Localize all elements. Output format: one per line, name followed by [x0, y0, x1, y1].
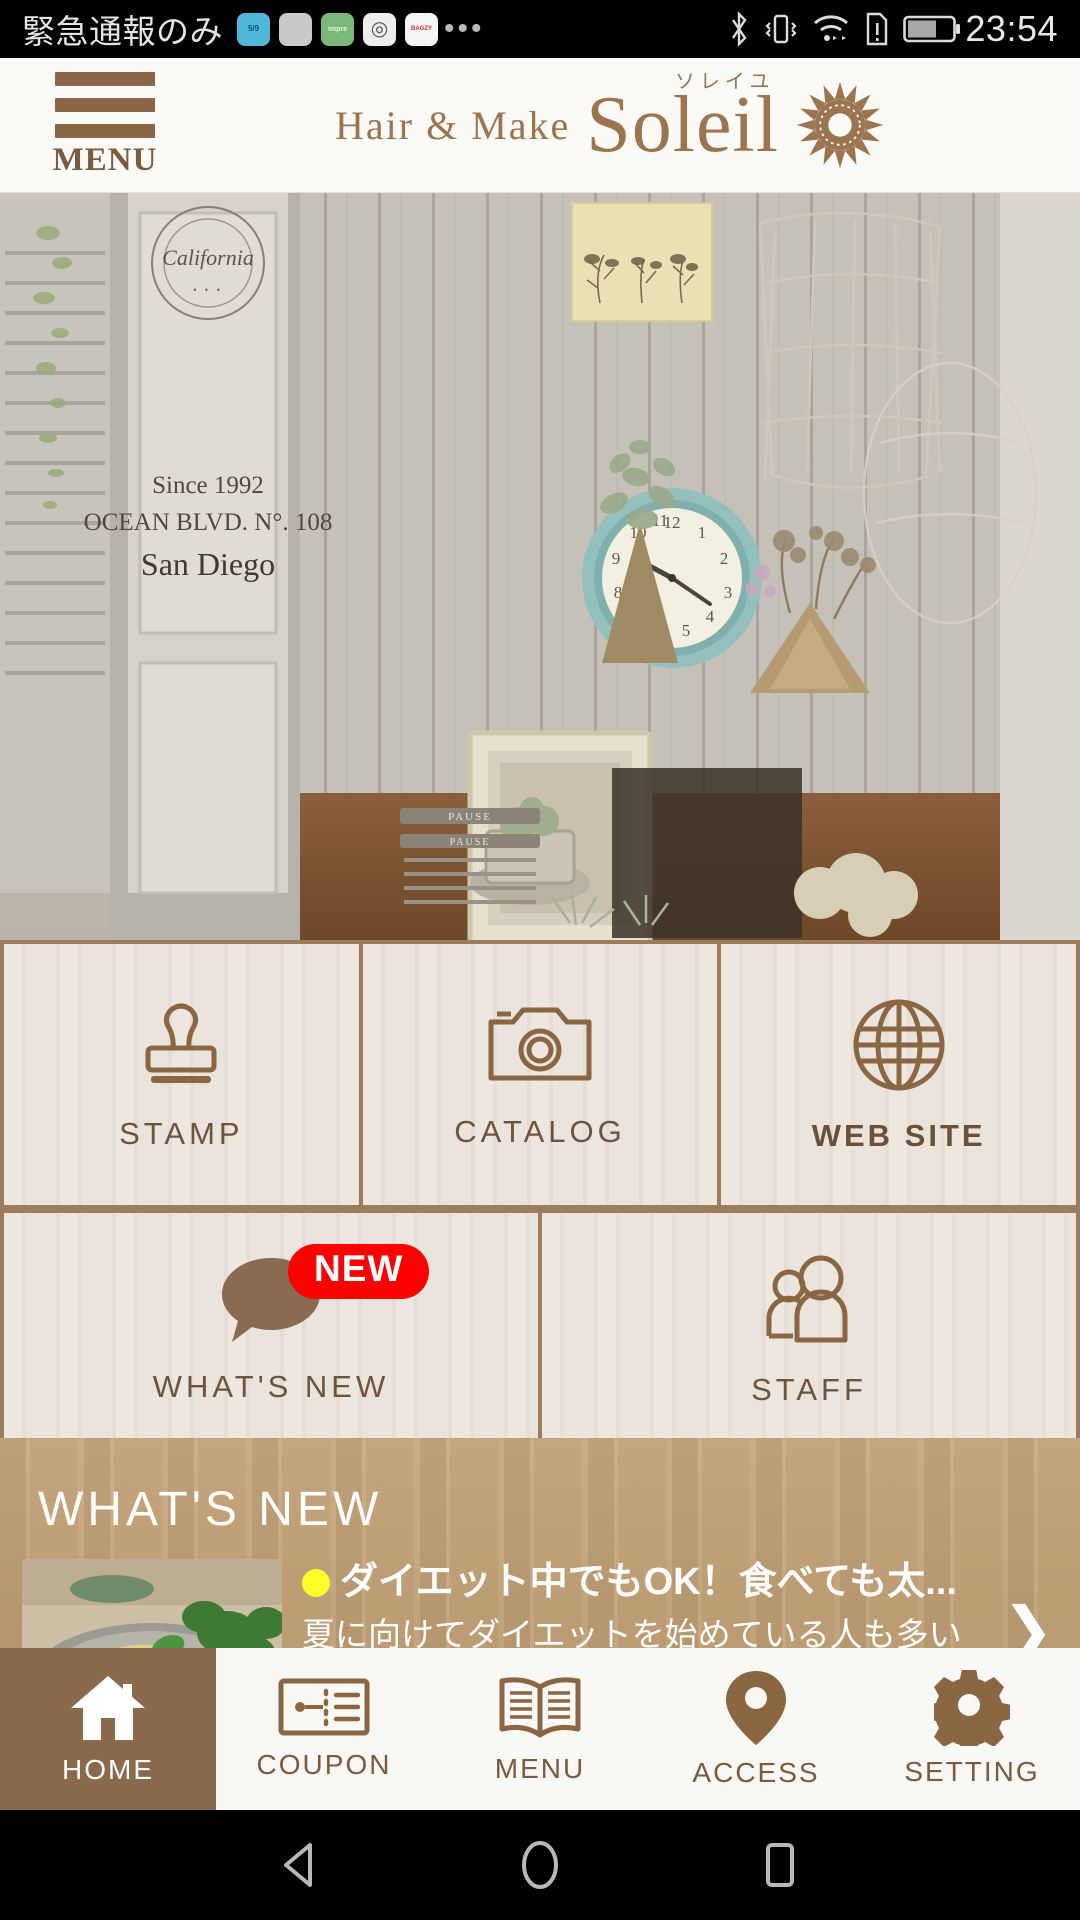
svg-text:California: California [162, 245, 254, 270]
svg-text:• • •: • • • [193, 285, 222, 295]
tile-label: WHAT'S NEW [152, 1369, 390, 1404]
tile-row-2: NEW WHAT'S NEW STAFF [0, 1209, 1080, 1442]
tab-label: SETTING [904, 1756, 1040, 1787]
app-header: MENU Hair & Make ソレイユ Soleil [0, 58, 1080, 193]
notification-app-icons: 5/9 impre ◎ BAGZY [237, 12, 438, 46]
ticket-icon [278, 1678, 370, 1736]
tab-label: COUPON [256, 1749, 392, 1780]
home-circle-icon[interactable] [512, 1837, 568, 1893]
tab-home[interactable]: HOME [0, 1648, 216, 1810]
tile-row-1: STAMP CATALOG WEB SITE [0, 940, 1080, 1205]
tab-menu[interactable]: MENU [432, 1648, 648, 1810]
hamburger-icon [55, 71, 155, 142]
tile-label: WEB SITE [811, 1117, 986, 1153]
book-icon [499, 1677, 581, 1738]
bagzy-app-icon: BAGZY [405, 12, 438, 46]
recents-square-icon[interactable] [752, 1837, 808, 1893]
green-app-icon: impre [321, 12, 354, 46]
new-badge: NEW [288, 1244, 430, 1299]
bottom-tab-bar: HOME COUPON MENU ACCESS SETTING [0, 1648, 1080, 1810]
svg-text:PAUSE: PAUSE [448, 811, 492, 823]
clock-label: 23:54 [965, 8, 1058, 49]
tab-coupon[interactable]: COUPON [216, 1648, 432, 1810]
tab-label: MENU [494, 1753, 586, 1784]
brand-logo: Hair & Make ソレイユ Soleil [180, 71, 1040, 170]
tab-label: ACCESS [692, 1757, 820, 1788]
tile-staff[interactable]: STAFF [542, 1213, 1076, 1442]
tile-label: CATALOG [454, 1113, 626, 1149]
menu-button-label: MENU [52, 141, 158, 178]
svg-text:PAUSE: PAUSE [450, 837, 491, 848]
logo-kana-label: ソレイユ [674, 71, 775, 93]
back-triangle-icon[interactable] [272, 1837, 328, 1893]
people-icon [766, 1255, 848, 1342]
tile-web-site[interactable]: WEB SITE [721, 944, 1077, 1205]
globe-icon [853, 999, 945, 1090]
grey-app-icon [279, 12, 312, 46]
svg-text:4: 4 [706, 607, 715, 626]
wifi-icon [814, 15, 849, 41]
logo-prefix: Hair & Make [335, 102, 571, 148]
news-headline: ダイエット中でもOK！食べても太... [302, 1559, 1020, 1607]
tile-label: STAMP [119, 1115, 244, 1151]
svg-text:3: 3 [724, 583, 733, 602]
logo-name-label: Soleil [586, 81, 779, 169]
svg-text:San Diego: San Diego [141, 546, 275, 582]
battery-icon [903, 15, 961, 43]
svg-text:Since 1992: Since 1992 [152, 472, 264, 499]
carrier-label: 緊急通報のみ [22, 13, 223, 50]
android-navigation-bar [0, 1810, 1080, 1920]
tab-access[interactable]: ACCESS [648, 1648, 864, 1810]
sim-alert-icon [867, 12, 888, 46]
hamburger-menu-button[interactable]: MENU [30, 71, 180, 179]
circle-seal-app-icon: ◎ [363, 12, 396, 46]
logo-wordmark: ソレイユ Soleil [586, 71, 779, 165]
vibrate-icon [765, 14, 797, 44]
hero-photo: California • • • Since 1992 OCEAN BLVD. … [0, 193, 1080, 940]
svg-text:2: 2 [720, 549, 729, 568]
tab-setting[interactable]: SETTING [864, 1648, 1080, 1810]
status-bar: 緊急通報のみ 5/9 impre ◎ BAGZY ••• 23:54 [0, 0, 1080, 58]
tab-label: HOME [62, 1754, 154, 1785]
tile-stamp[interactable]: STAMP [4, 944, 359, 1205]
camera-icon [488, 1007, 592, 1080]
stamp-icon [145, 1003, 217, 1083]
svg-text:OCEAN BLVD. N°. 108: OCEAN BLVD. N°. 108 [84, 509, 333, 536]
home-icon [71, 1676, 145, 1740]
svg-text:5: 5 [682, 621, 691, 640]
calendar-app-icon: 5/9 [237, 12, 270, 46]
svg-text:9: 9 [612, 549, 621, 568]
map-pin-icon [726, 1671, 786, 1745]
bullet-dot-icon [302, 1568, 330, 1597]
tile-whats-new[interactable]: NEW WHAT'S NEW [4, 1213, 538, 1442]
overflow-dots-icon: ••• [444, 12, 485, 45]
bluetooth-icon [732, 11, 747, 47]
hero-image[interactable]: California • • • Since 1992 OCEAN BLVD. … [0, 193, 1080, 940]
feature-tile-grid: STAMP CATALOG WEB SITE NEW WHAT'S NEW ST… [0, 940, 1080, 1442]
svg-text:1: 1 [698, 523, 707, 542]
gear-icon [934, 1670, 1010, 1746]
tile-catalog[interactable]: CATALOG [362, 944, 718, 1205]
news-headline-text: ダイエット中でもOK！食べても太... [340, 1561, 957, 1603]
status-icons [727, 11, 961, 47]
sun-logo-icon [796, 81, 884, 169]
section-title: WHAT'S NEW [38, 1483, 383, 1536]
tile-label: STAFF [751, 1371, 867, 1407]
